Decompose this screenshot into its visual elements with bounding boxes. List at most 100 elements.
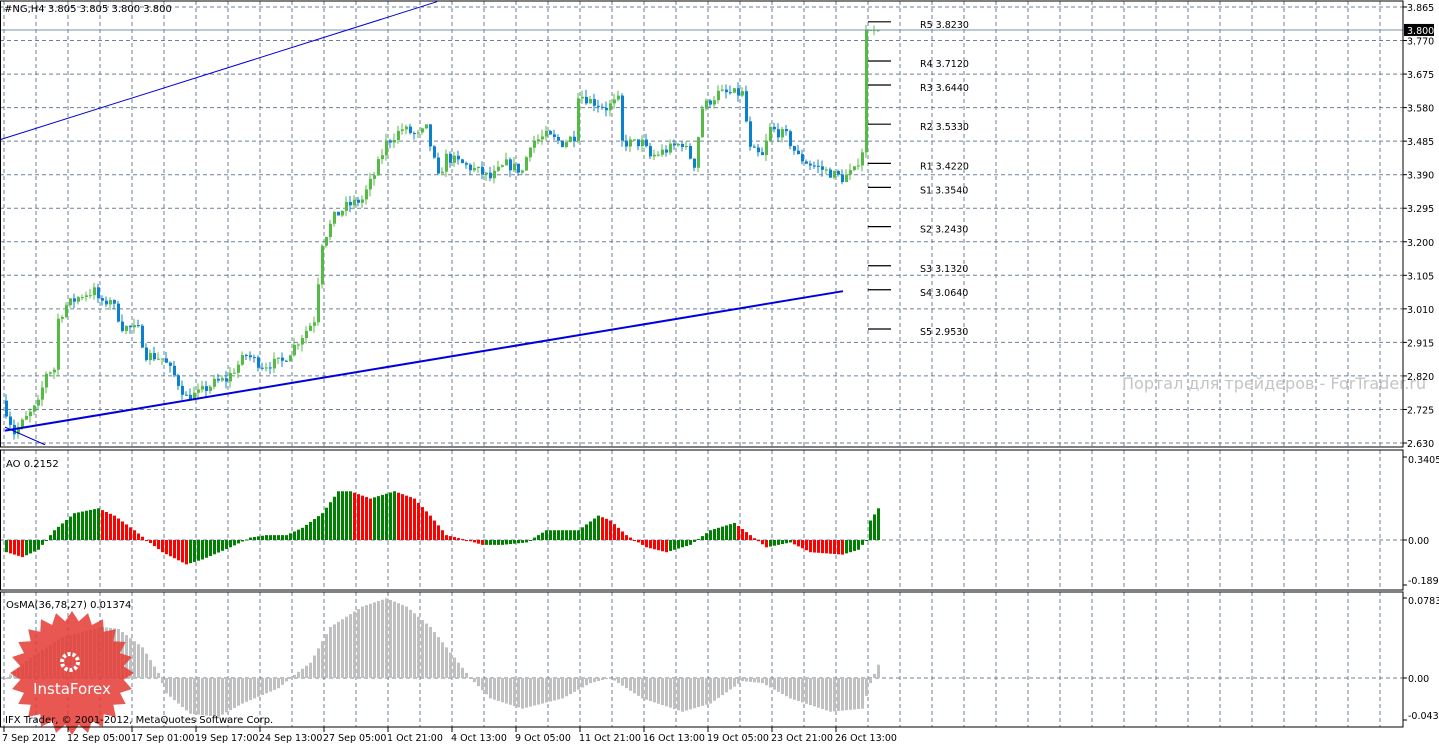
histogram-bar	[425, 623, 428, 678]
histogram-bar	[37, 540, 40, 550]
histogram-bar	[537, 678, 540, 705]
candle	[569, 135, 572, 143]
histogram-bar	[705, 678, 708, 705]
candle	[321, 244, 324, 289]
histogram-bar	[613, 524, 616, 540]
histogram-bar	[181, 540, 184, 563]
histogram-bar	[717, 527, 720, 540]
histogram-bar	[841, 678, 844, 711]
candle	[761, 147, 764, 156]
histogram-bar	[133, 641, 136, 678]
histogram-bar	[877, 508, 880, 540]
candle	[553, 129, 556, 141]
watermark: Портал для трейдеров - ForTrader.ru	[1122, 374, 1426, 393]
candle	[809, 160, 812, 170]
histogram-bar	[681, 540, 684, 548]
candle	[81, 294, 84, 301]
candle	[205, 380, 208, 398]
histogram-bar	[53, 530, 56, 540]
histogram-bar	[257, 536, 260, 540]
histogram-bar	[793, 678, 796, 700]
candle	[473, 162, 476, 172]
histogram-bar	[813, 678, 816, 707]
candle	[37, 394, 40, 411]
histogram-bar	[61, 523, 64, 540]
candle	[757, 143, 760, 157]
candle	[97, 283, 100, 303]
candle	[857, 158, 860, 170]
histogram-bar	[325, 507, 328, 540]
histogram-bar	[665, 540, 668, 553]
histogram-bar	[853, 678, 856, 710]
candle	[789, 129, 792, 150]
trendline[interactable]	[0, 1, 438, 140]
candle	[53, 367, 56, 380]
candle	[201, 380, 204, 393]
histogram-bar	[685, 678, 688, 711]
histogram-bar	[117, 518, 120, 540]
candle	[61, 315, 64, 323]
histogram-bar	[289, 678, 292, 679]
candle	[285, 359, 288, 362]
histogram-bar	[341, 491, 344, 540]
histogram-bar	[481, 678, 484, 691]
candle	[445, 149, 448, 177]
candle	[721, 84, 724, 92]
candle	[605, 101, 608, 117]
candle	[577, 92, 580, 144]
histogram-bar	[165, 678, 168, 694]
histogram-bar	[241, 540, 244, 542]
price-axis-label: 2.915	[1407, 338, 1434, 349]
histogram-bar	[517, 678, 520, 708]
histogram-bar	[645, 678, 648, 700]
histogram-bar	[345, 616, 348, 678]
histogram-bar	[557, 530, 560, 540]
histogram-bar	[661, 540, 664, 552]
histogram-bar	[273, 535, 276, 540]
histogram-bar	[205, 678, 208, 716]
candle	[841, 169, 844, 185]
trendline[interactable]	[4, 426, 46, 446]
histogram-bar	[281, 535, 284, 540]
histogram-bar	[601, 517, 604, 540]
histogram-bar	[269, 678, 272, 692]
histogram-bar	[237, 540, 240, 544]
candle	[581, 90, 584, 104]
histogram-bar	[429, 626, 432, 678]
histogram-bar	[509, 540, 512, 545]
price-axis-label: 3.105	[1407, 271, 1434, 282]
candle	[817, 159, 820, 174]
price-axis-label: 3.865	[1407, 3, 1434, 14]
histogram-bar	[121, 521, 124, 540]
histogram-bar	[773, 678, 776, 690]
candle	[365, 184, 368, 205]
histogram-bar	[469, 540, 472, 542]
candle	[325, 236, 328, 248]
candle	[477, 166, 480, 173]
trading-chart[interactable]: R5 3.8230 R4 3.7120 R3 3.6440 R2 3.5330 R1 3…	[0, 0, 1439, 745]
candle	[421, 127, 424, 135]
histogram-bar	[729, 678, 732, 690]
histogram-bar	[433, 632, 436, 678]
candle	[713, 95, 716, 109]
candle	[509, 157, 512, 177]
histogram-bar	[857, 540, 860, 550]
candle	[333, 211, 336, 227]
pivot-levels: R5 3.8230 R4 3.7120 R3 3.6440 R2 3.5330 R1 3…	[868, 20, 969, 338]
histogram-bar	[573, 678, 576, 692]
histogram-bar	[145, 540, 148, 541]
histogram-bar	[769, 678, 772, 688]
histogram-bar	[601, 678, 604, 681]
histogram-bar	[181, 678, 184, 707]
histogram-bar	[373, 602, 376, 678]
indicator-axis-label: 0.07833	[1408, 596, 1439, 607]
candle	[557, 134, 560, 145]
labels: 3.865 3.770 3.675 3.580 3.485 3.390 3.295 3.200…	[2, 3, 1439, 744]
candle	[293, 338, 296, 357]
histogram-bar	[153, 666, 156, 678]
histogram-bar	[397, 603, 400, 678]
histogram-bar	[417, 616, 420, 678]
histogram-bar	[397, 492, 400, 540]
candle	[825, 166, 828, 175]
histogram-bar	[149, 660, 152, 678]
